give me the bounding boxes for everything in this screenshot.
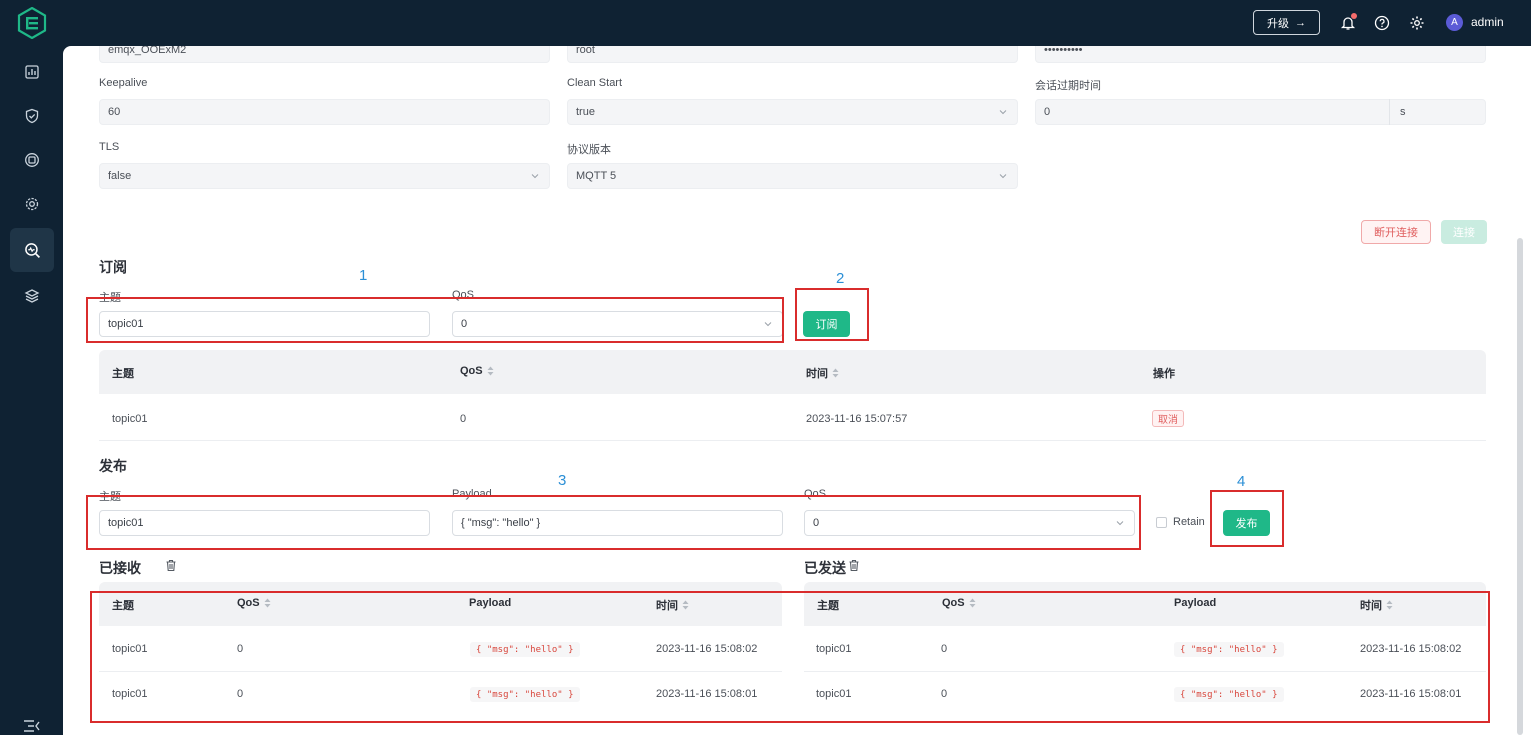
- chevron-down-icon: [531, 174, 539, 179]
- sent-section-title: 已发送: [804, 560, 846, 576]
- keepalive-label: Keepalive: [99, 77, 148, 89]
- sidebar-item-extensions[interactable]: [10, 274, 54, 318]
- divider: [99, 440, 1486, 441]
- unsubscribe-button[interactable]: 取消: [1152, 410, 1184, 427]
- sidebar-item-diagnose[interactable]: [10, 228, 54, 272]
- chevron-down-icon: [999, 110, 1007, 115]
- password-value: ••••••••••: [1044, 46, 1083, 56]
- keepalive-value: 60: [108, 106, 121, 118]
- annotation-number-1: 1: [359, 267, 368, 284]
- arrow-right-icon: →: [1295, 16, 1306, 29]
- annotation-box-5: [90, 591, 1490, 723]
- connect-button[interactable]: 连接: [1441, 220, 1487, 244]
- top-bar: 升级 → A admin: [0, 0, 1531, 46]
- sort-icon[interactable]: [487, 366, 494, 376]
- trash-icon[interactable]: [848, 559, 860, 572]
- diagnose-search-icon: [24, 242, 40, 258]
- subscription-topic: topic01: [112, 413, 148, 425]
- column-header-topic: 主题: [112, 368, 134, 380]
- tls-value: false: [108, 170, 132, 182]
- upgrade-button[interactable]: 升级 →: [1253, 10, 1320, 35]
- sidebar-item-management[interactable]: [10, 182, 54, 226]
- protocol-version-value: MQTT 5: [576, 170, 617, 182]
- subscription-time: 2023-11-16 15:07:57: [806, 413, 908, 425]
- sort-icon[interactable]: [832, 368, 839, 378]
- notification-dot: [1351, 13, 1357, 19]
- shield-icon: [25, 108, 39, 124]
- main-content: emqx_OOExM2 root •••••••••• Keepalive 60…: [63, 46, 1531, 735]
- dashboard-icon: [25, 65, 39, 79]
- annotation-box-3: [86, 495, 1141, 550]
- subscription-qos: 0: [460, 413, 467, 425]
- collapse-sidebar-icon[interactable]: [22, 718, 42, 734]
- column-header-time[interactable]: 时间: [806, 365, 839, 381]
- retain-label: Retain: [1173, 516, 1205, 528]
- annotation-number-4: 4: [1237, 473, 1246, 490]
- emqx-logo-icon[interactable]: [16, 7, 48, 39]
- protocol-version-select[interactable]: MQTT 5: [567, 163, 1018, 189]
- clean-start-select[interactable]: true: [567, 99, 1018, 125]
- annotation-number-2: 2: [836, 270, 845, 287]
- sidebar-item-access-control[interactable]: [10, 94, 54, 138]
- session-expiry-unit: s: [1389, 99, 1485, 125]
- help-icon[interactable]: [1372, 13, 1392, 33]
- scrollbar[interactable]: [1517, 238, 1523, 735]
- session-expiry-input[interactable]: 0 s: [1035, 99, 1486, 125]
- username-field[interactable]: root: [567, 46, 1018, 63]
- column-header-action: 操作: [1153, 368, 1175, 380]
- subscribe-button[interactable]: 订阅: [803, 311, 850, 337]
- annotation-number-3: 3: [558, 472, 567, 489]
- bell-icon[interactable]: [1338, 13, 1358, 33]
- settings-icon[interactable]: [1407, 13, 1427, 33]
- clean-start-label: Clean Start: [567, 77, 623, 89]
- keepalive-input[interactable]: 60: [99, 99, 550, 125]
- sidebar: [0, 46, 63, 735]
- annotation-box-1: [86, 297, 784, 343]
- clean-start-value: true: [576, 106, 595, 118]
- trash-icon[interactable]: [165, 559, 177, 572]
- chevron-down-icon: [999, 174, 1007, 179]
- protocol-version-label: 协议版本: [567, 144, 611, 156]
- tls-select[interactable]: false: [99, 163, 550, 189]
- layers-icon: [24, 289, 40, 303]
- settings-gear-icon: [25, 197, 39, 211]
- disconnect-button[interactable]: 断开连接: [1361, 220, 1431, 244]
- sidebar-item-dashboard[interactable]: [10, 50, 54, 94]
- subscriptions-table-header: 主题 QoS 时间 操作: [99, 350, 1486, 394]
- username-value: root: [576, 46, 595, 56]
- client-id-field[interactable]: emqx_OOExM2: [99, 46, 550, 63]
- websocket-client-card: emqx_OOExM2 root •••••••••• Keepalive 60…: [84, 46, 1496, 735]
- tls-label: TLS: [99, 141, 120, 153]
- received-section-title: 已接收: [99, 560, 141, 576]
- upgrade-label: 升级: [1267, 17, 1289, 30]
- session-expiry-label: 会话过期时间: [1035, 80, 1101, 92]
- column-header-qos[interactable]: QoS: [460, 365, 494, 377]
- cluster-icon: [25, 153, 39, 167]
- sidebar-item-integration[interactable]: [10, 138, 54, 182]
- subscribe-section-title: 订阅: [99, 259, 127, 275]
- password-field[interactable]: ••••••••••: [1035, 46, 1486, 63]
- username[interactable]: admin: [1471, 15, 1504, 29]
- retain-checkbox[interactable]: [1156, 517, 1167, 528]
- avatar[interactable]: A: [1446, 14, 1463, 31]
- client-id-value: emqx_OOExM2: [108, 46, 187, 56]
- publish-section-title: 发布: [99, 458, 127, 474]
- session-expiry-value: 0: [1044, 106, 1051, 118]
- publish-button[interactable]: 发布: [1223, 510, 1270, 536]
